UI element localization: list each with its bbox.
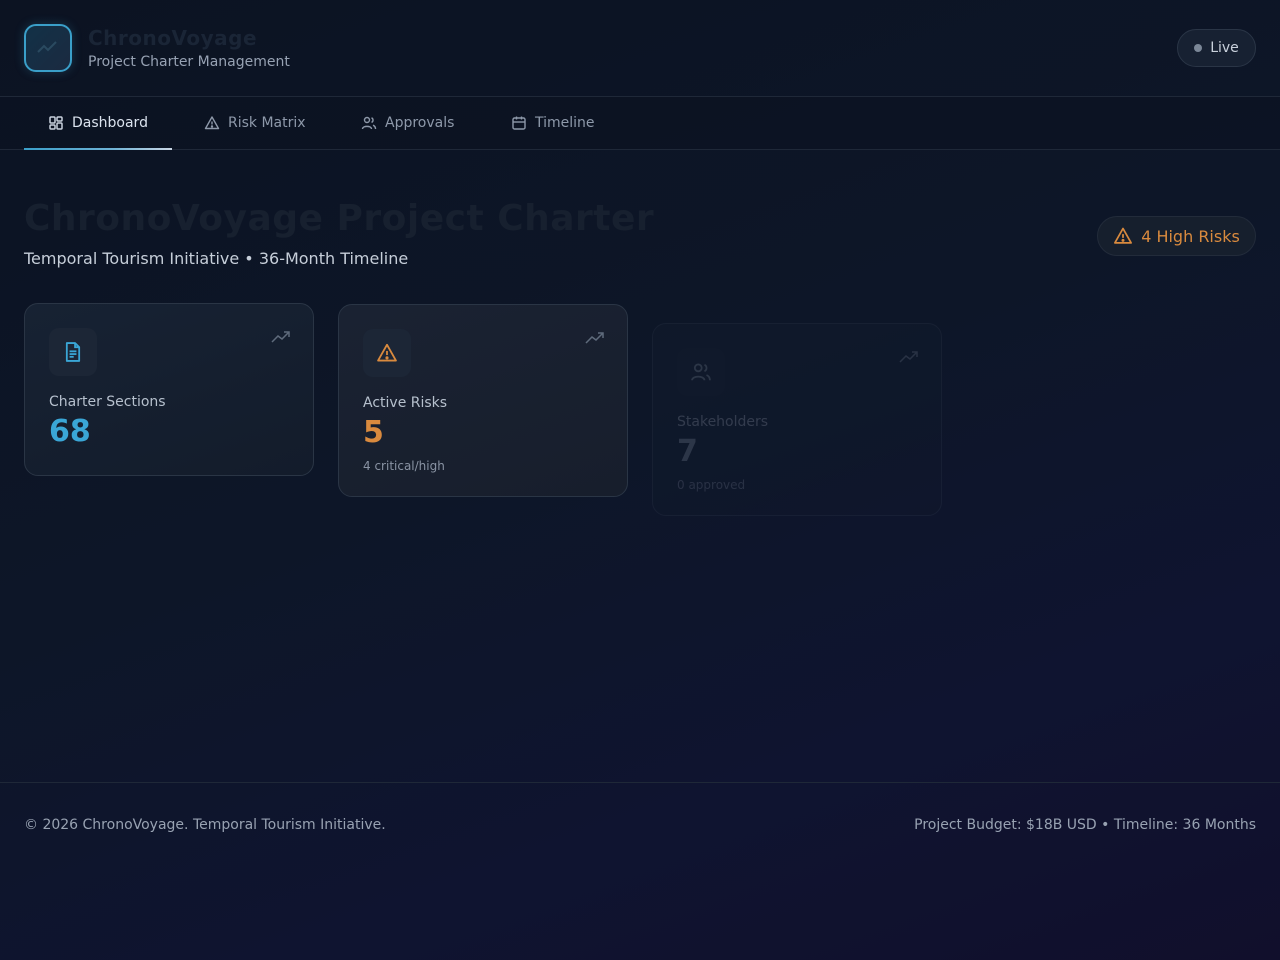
page-subtitle: Temporal Tourism Initiative • 36-Month T…	[24, 249, 409, 268]
tab-label: Risk Matrix	[228, 115, 306, 131]
brand-title: ChronoVoyage	[88, 26, 258, 50]
trending-up-icon	[271, 331, 290, 343]
card-value: 7	[677, 434, 698, 469]
users-icon	[361, 116, 377, 130]
page-title: ChronoVoyage Project Charter	[24, 198, 655, 239]
card-value: 68	[49, 414, 91, 449]
live-status-badge[interactable]: Live	[1177, 29, 1256, 67]
brand-subtitle: Project Charter Management	[88, 54, 290, 70]
card-note: 0 approved	[677, 478, 746, 492]
card-label: Active Risks	[363, 395, 448, 411]
high-risks-label: 4 High Risks	[1141, 226, 1240, 246]
logo	[24, 24, 72, 72]
logo-icon	[37, 41, 57, 53]
app-footer: © 2026 ChronoVoyage. Temporal Tourism In…	[0, 782, 1280, 868]
main-content: ChronoVoyage Project Charter Temporal To…	[0, 150, 1280, 782]
card-icon-box	[677, 348, 725, 396]
app-header: ChronoVoyage Project Charter Management …	[0, 0, 1280, 97]
high-risks-badge[interactable]: 4 High Risks	[1097, 216, 1256, 256]
tab-bar: Dashboard Risk Matrix Approvals Timeline	[0, 97, 1280, 150]
card-value: 5	[363, 415, 384, 450]
warning-triangle-icon	[377, 343, 397, 362]
card-label: Charter Sections	[49, 394, 166, 410]
tab-risk-matrix[interactable]: Risk Matrix	[180, 97, 330, 149]
tab-timeline[interactable]: Timeline	[487, 97, 619, 149]
calendar-icon	[512, 116, 526, 130]
footer-budget: Project Budget: $18B USD • Timeline: 36 …	[914, 817, 1256, 833]
users-icon	[691, 363, 711, 381]
warning-triangle-icon	[204, 116, 220, 130]
card-icon-box	[49, 328, 97, 376]
tab-dashboard[interactable]: Dashboard	[24, 97, 172, 150]
tab-label: Dashboard	[72, 115, 148, 131]
tab-label: Timeline	[535, 115, 595, 131]
live-label: Live	[1210, 40, 1239, 56]
trending-up-icon	[585, 332, 604, 344]
card-note: 4 critical/high	[363, 459, 445, 473]
tab-label: Approvals	[385, 115, 455, 131]
live-dot-icon	[1194, 44, 1203, 52]
tab-approvals[interactable]: Approvals	[337, 97, 478, 149]
stat-card-charter-sections[interactable]: Charter Sections 68	[24, 303, 314, 476]
warning-triangle-icon	[1114, 227, 1133, 244]
document-icon	[65, 342, 81, 362]
dashboard-grid-icon	[49, 116, 63, 130]
trending-up-icon	[899, 351, 918, 363]
card-icon-box	[363, 329, 411, 377]
stat-card-stakeholders[interactable]: Stakeholders 7 0 approved	[652, 323, 942, 516]
footer-copyright: © 2026 ChronoVoyage. Temporal Tourism In…	[24, 817, 386, 833]
card-label: Stakeholders	[677, 414, 769, 430]
stat-card-active-risks[interactable]: Active Risks 5 4 critical/high	[338, 304, 628, 497]
